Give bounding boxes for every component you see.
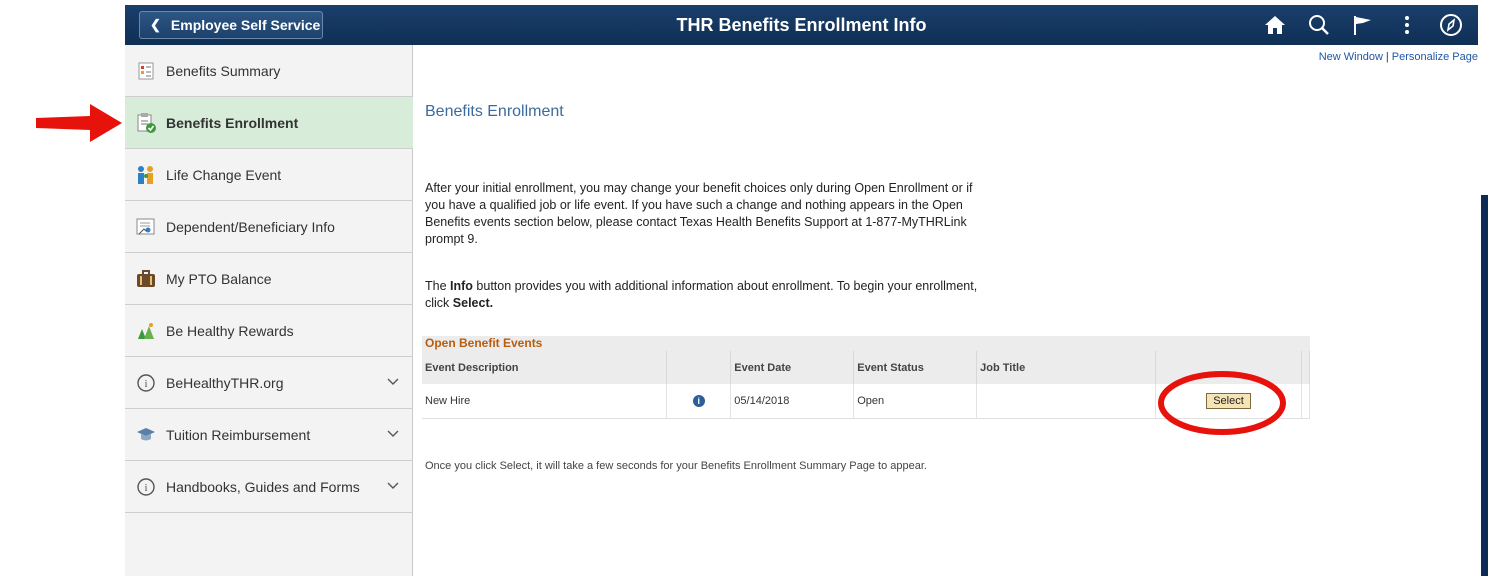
sidebar-item-label: Handbooks, Guides and Forms bbox=[166, 478, 360, 495]
event-date: 05/14/2018 bbox=[730, 384, 855, 419]
sidebar-item-be-healthy-rewards[interactable]: Be Healthy Rewards bbox=[125, 305, 413, 357]
family-icon bbox=[136, 165, 156, 185]
sidebar-item-label: Tuition Reimbursement bbox=[166, 426, 311, 443]
header-bar: ❮ Employee Self Service THR Benefits Enr… bbox=[125, 5, 1478, 45]
sidebar-item-tuition-reimbursement[interactable]: Tuition Reimbursement bbox=[125, 409, 413, 461]
instruction-bold-info: Info bbox=[450, 279, 473, 293]
sidebar-item-benefits-summary[interactable]: Benefits Summary bbox=[125, 45, 413, 97]
sidebar-item-label: Life Change Event bbox=[166, 166, 282, 183]
summary-icon bbox=[136, 61, 156, 81]
instruction-bold-select: Select. bbox=[452, 296, 494, 310]
sidebar-item-behealthythr[interactable]: i BeHealthyTHR.org bbox=[125, 357, 413, 409]
column-header bbox=[666, 351, 732, 384]
sidebar-item-dependent-beneficiary[interactable]: Dependent/Beneficiary Info bbox=[125, 201, 413, 253]
link-separator: | bbox=[1385, 51, 1389, 63]
flag-icon[interactable] bbox=[1344, 9, 1382, 41]
chevron-down-icon[interactable] bbox=[387, 426, 399, 442]
sidebar-item-label: Be Healthy Rewards bbox=[166, 322, 294, 339]
annotation-arrow bbox=[36, 104, 122, 142]
scrollbar-thumb[interactable] bbox=[1481, 195, 1488, 576]
column-header: Event Description bbox=[422, 351, 668, 384]
event-status: Open bbox=[853, 384, 978, 419]
info-cell: i bbox=[666, 384, 732, 419]
home-icon[interactable] bbox=[1256, 9, 1294, 41]
instruction-text: button provides you with additional info… bbox=[425, 279, 978, 310]
pto-icon bbox=[136, 269, 156, 289]
chevron-down-icon[interactable] bbox=[387, 374, 399, 390]
chevron-left-icon: ❮ bbox=[150, 17, 161, 32]
column-header: Event Status bbox=[853, 351, 978, 384]
sidebar-item-label: BeHealthyTHR.org bbox=[166, 374, 284, 391]
sidebar-item-life-change-event[interactable]: Life Change Event bbox=[125, 149, 413, 201]
sidebar-item-label: Dependent/Beneficiary Info bbox=[166, 218, 335, 235]
svg-text:i: i bbox=[144, 378, 147, 390]
info-circle-icon: i bbox=[136, 373, 156, 393]
svg-text:i: i bbox=[144, 482, 147, 494]
column-header bbox=[1301, 351, 1311, 384]
event-description: New Hire bbox=[422, 384, 668, 419]
intro-paragraph: After your initial enrollment, you may c… bbox=[425, 181, 973, 246]
personalize-page-link[interactable]: Personalize Page bbox=[1392, 51, 1478, 63]
column-header: Job Title bbox=[976, 351, 1157, 384]
sidebar-item-handbooks-guides-forms[interactable]: i Handbooks, Guides and Forms bbox=[125, 461, 413, 513]
column-header: Event Date bbox=[730, 351, 855, 384]
page-title: Benefits Enrollment bbox=[425, 103, 564, 120]
new-window-link[interactable]: New Window bbox=[1319, 51, 1383, 63]
info-circle-icon: i bbox=[136, 477, 156, 497]
graduation-cap-icon bbox=[136, 425, 156, 445]
info-icon[interactable]: i bbox=[692, 394, 705, 407]
sidebar-item-my-pto-balance[interactable]: My PTO Balance bbox=[125, 253, 413, 305]
instruction-paragraph: The Info button provides you with additi… bbox=[425, 278, 985, 312]
sidebar-item-benefits-enrollment[interactable]: Benefits Enrollment bbox=[125, 97, 413, 149]
instruction-text: The bbox=[425, 279, 451, 293]
grid-title: Open Benefit Events bbox=[422, 336, 1310, 351]
search-icon[interactable] bbox=[1300, 9, 1338, 41]
sidebar-item-label: Benefits Summary bbox=[166, 62, 281, 79]
back-button[interactable]: ❮ Employee Self Service bbox=[139, 11, 323, 39]
dependent-icon bbox=[136, 217, 156, 237]
compass-icon[interactable] bbox=[1432, 9, 1470, 41]
back-button-label: Employee Self Service bbox=[170, 17, 321, 33]
enrollment-icon bbox=[136, 112, 156, 133]
sidebar: Benefits Summary Benefits Enrollment Lif… bbox=[125, 45, 413, 576]
sidebar-item-label: My PTO Balance bbox=[166, 270, 272, 287]
rewards-icon bbox=[136, 321, 156, 341]
top-links: New Window | Personalize Page bbox=[1319, 51, 1478, 63]
job-title bbox=[976, 384, 1157, 419]
sidebar-item-label: Benefits Enrollment bbox=[166, 114, 299, 131]
spacer-cell bbox=[1301, 384, 1311, 419]
chevron-down-icon[interactable] bbox=[387, 478, 399, 494]
select-note: Once you click Select, it will take a fe… bbox=[425, 460, 927, 472]
more-icon[interactable] bbox=[1388, 9, 1426, 41]
main-content: New Window | Personalize Page Benefits Enr… bbox=[414, 45, 1478, 576]
annotation-oval bbox=[1158, 371, 1286, 435]
